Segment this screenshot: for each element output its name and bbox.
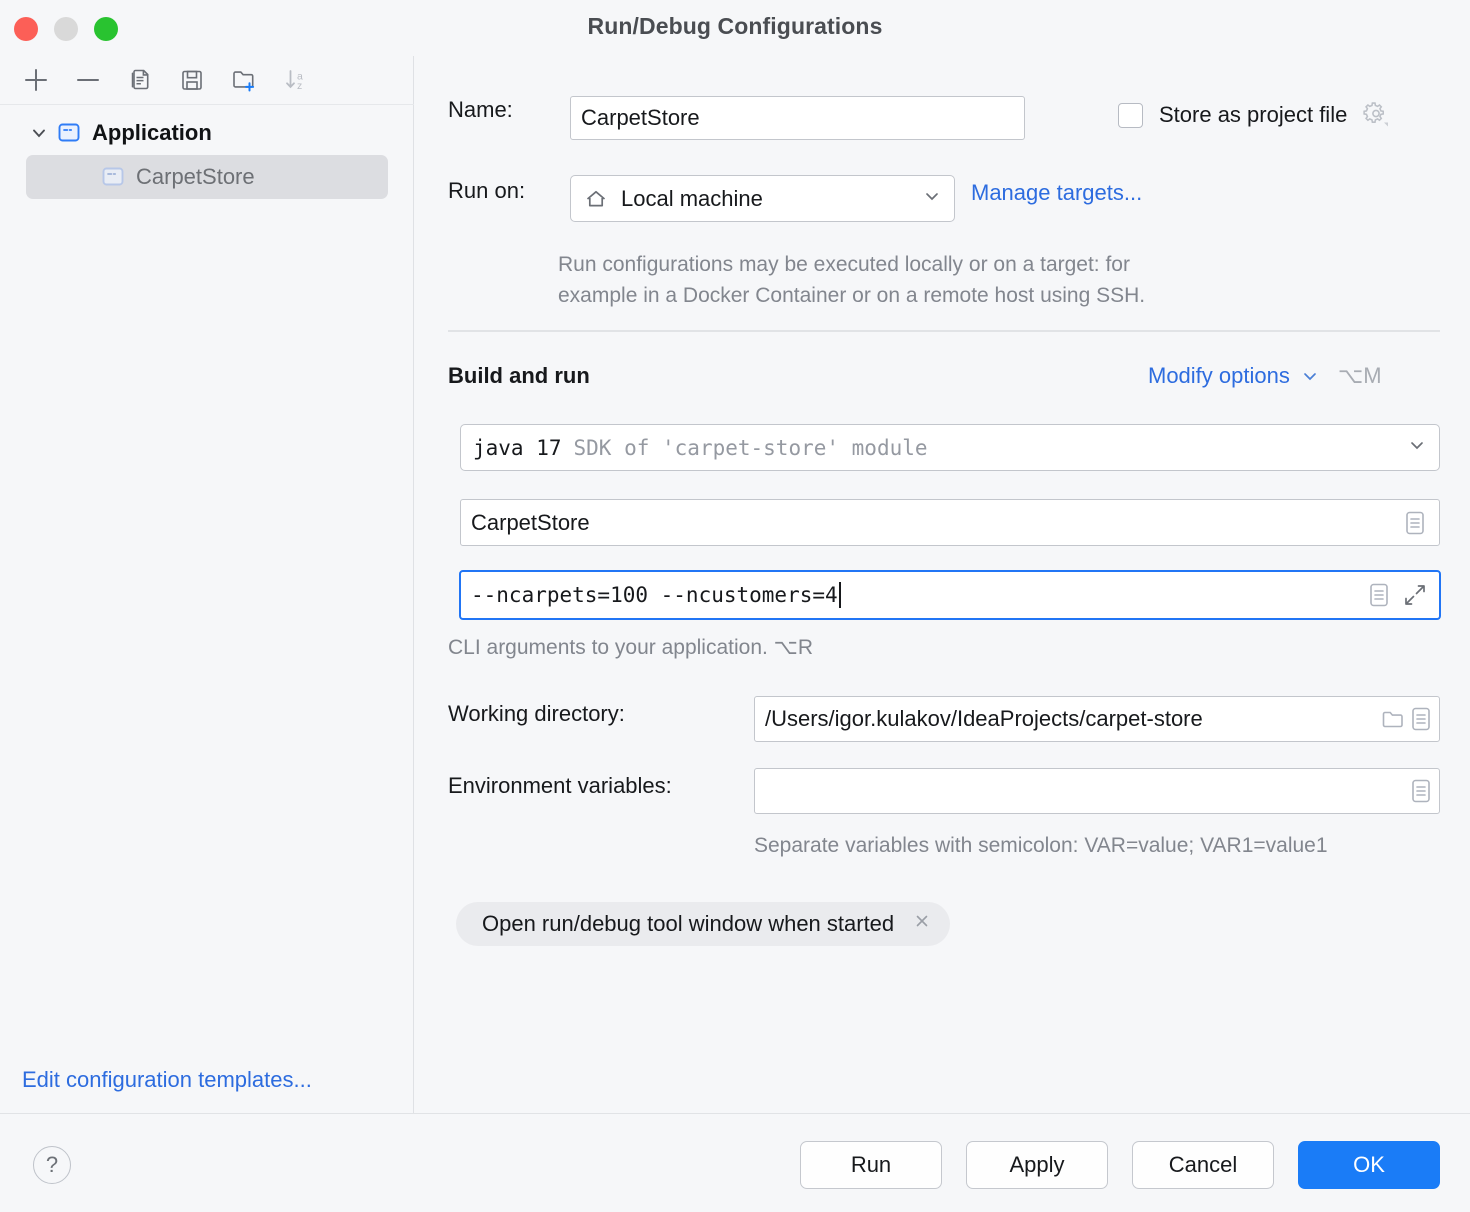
cancel-button[interactable]: Cancel <box>1132 1141 1274 1189</box>
tree-group-label: Application <box>92 120 212 146</box>
gear-icon[interactable] <box>1363 101 1391 129</box>
configuration-editor-panel: Name: CarpetStore Store as project file … <box>415 56 1470 1113</box>
section-divider <box>448 330 1440 332</box>
store-as-project-file-checkbox[interactable] <box>1118 103 1143 128</box>
tree-group-application[interactable]: Application <box>0 111 414 155</box>
manage-targets-link[interactable]: Manage targets... <box>971 180 1142 206</box>
option-chip-label: Open run/debug tool window when started <box>482 911 894 937</box>
remove-configuration-button[interactable] <box>62 58 114 102</box>
modify-options-row[interactable]: Modify options ⌥M <box>1148 363 1382 389</box>
expand-diagonal-icon[interactable] <box>1401 580 1429 610</box>
window-titlebar: Run/Debug Configurations <box>0 0 1470 56</box>
dialog-footer: ? Run Apply Cancel OK <box>0 1113 1470 1212</box>
sidebar-item-carpetstore[interactable]: CarpetStore <box>26 155 388 199</box>
copy-configuration-button[interactable] <box>114 58 166 102</box>
insert-macro-icon[interactable] <box>1401 508 1429 538</box>
cli-arguments-hint: CLI arguments to your application. ⌥R <box>448 635 813 660</box>
help-icon: ? <box>46 1152 58 1178</box>
run-on-hint: Run configurations may be executed local… <box>558 249 1318 311</box>
edit-configuration-templates-link[interactable]: Edit configuration templates... <box>22 1067 312 1093</box>
environment-variables-label: Environment variables: <box>448 773 672 799</box>
run-button[interactable]: Run <box>800 1141 942 1189</box>
sidebar-item-label: CarpetStore <box>136 164 255 190</box>
cli-arguments-input[interactable]: --ncarpets=100 --ncustomers=4 <box>459 570 1441 620</box>
main-class-value: CarpetStore <box>471 510 1401 536</box>
working-directory-value: /Users/igor.kulakov/IdeaProjects/carpet-… <box>765 706 1379 732</box>
save-configuration-button[interactable] <box>166 58 218 102</box>
add-configuration-button[interactable] <box>10 58 62 102</box>
insert-macro-icon[interactable] <box>1365 580 1393 610</box>
configurations-sidebar: a z Application <box>0 56 414 1113</box>
apply-button[interactable]: Apply <box>966 1141 1108 1189</box>
new-folder-button[interactable] <box>218 58 270 102</box>
chevron-down-icon[interactable] <box>28 122 50 144</box>
build-and-run-title: Build and run <box>448 363 590 389</box>
store-as-project-file-row[interactable]: Store as project file <box>1118 101 1391 129</box>
configurations-tree: Application CarpetStore <box>0 111 414 199</box>
modify-options-shortcut: ⌥M <box>1338 363 1382 389</box>
run-on-label: Run on: <box>448 178 525 204</box>
cli-arguments-value: --ncarpets=100 --ncustomers=4 <box>471 583 838 607</box>
insert-macro-icon[interactable] <box>1407 704 1435 734</box>
working-directory-label: Working directory: <box>448 701 625 727</box>
working-directory-input[interactable]: /Users/igor.kulakov/IdeaProjects/carpet-… <box>754 696 1440 742</box>
sort-configurations-button[interactable]: a z <box>270 58 322 102</box>
footer-buttons: Run Apply Cancel OK <box>800 1141 1440 1189</box>
run-on-select[interactable]: Local machine <box>570 175 955 222</box>
name-label: Name: <box>448 97 513 123</box>
environment-variables-input[interactable] <box>754 768 1440 814</box>
home-icon <box>583 186 609 212</box>
jdk-select[interactable]: java 17 SDK of 'carpet-store' module <box>460 424 1440 471</box>
insert-macro-icon[interactable] <box>1407 776 1435 806</box>
chevron-down-icon[interactable] <box>922 186 942 212</box>
close-x-icon[interactable] <box>912 911 932 937</box>
store-as-project-file-label: Store as project file <box>1159 102 1347 128</box>
option-chip-open-tool-window[interactable]: Open run/debug tool window when started <box>456 902 950 946</box>
ok-button[interactable]: OK <box>1298 1141 1440 1189</box>
name-row: Name: <box>448 97 513 123</box>
name-input[interactable]: CarpetStore <box>570 96 1025 140</box>
environment-variables-hint: Separate variables with semicolon: VAR=v… <box>754 834 1328 858</box>
help-button[interactable]: ? <box>33 1146 71 1184</box>
modify-options-link[interactable]: Modify options <box>1148 363 1290 389</box>
main-class-input[interactable]: CarpetStore <box>460 499 1440 546</box>
dialog-title: Run/Debug Configurations <box>0 13 1470 40</box>
application-config-icon <box>56 122 82 144</box>
svg-text:z: z <box>297 80 302 92</box>
sidebar-toolbar: a z <box>0 56 414 105</box>
run-on-row: Run on: <box>448 178 525 204</box>
jdk-version: java 17 <box>473 436 562 460</box>
run-on-value: Local machine <box>621 186 763 212</box>
application-config-icon <box>100 166 126 188</box>
chevron-down-icon[interactable] <box>1407 435 1427 461</box>
run-debug-configurations-dialog: Run/Debug Configurations <box>0 0 1470 1212</box>
name-input-value: CarpetStore <box>581 105 700 131</box>
run-on-hint-line-1: Run configurations may be executed local… <box>558 249 1318 280</box>
chevron-down-icon[interactable] <box>1300 366 1320 386</box>
folder-browse-icon[interactable] <box>1379 704 1407 734</box>
run-on-hint-line-2: example in a Docker Container or on a re… <box>558 280 1318 311</box>
jdk-description: SDK of 'carpet-store' module <box>574 436 928 460</box>
text-caret <box>839 582 841 608</box>
